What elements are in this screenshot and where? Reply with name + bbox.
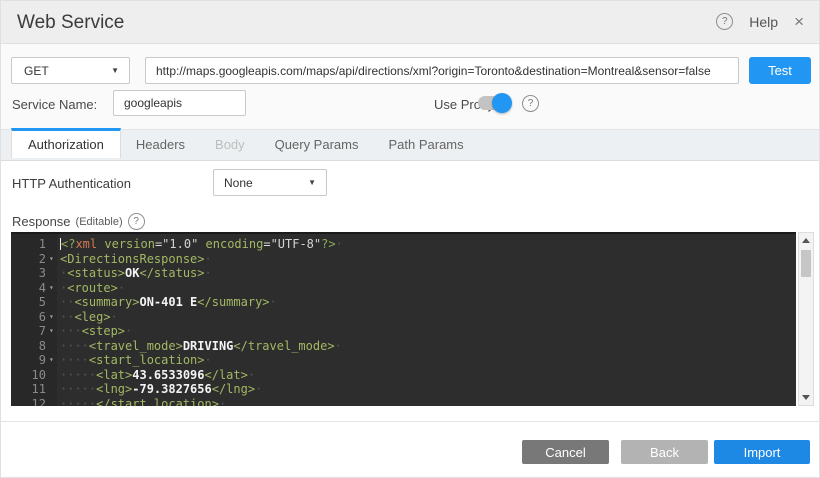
response-label-row: Response (Editable) ? bbox=[12, 213, 145, 230]
http-method-value: GET bbox=[12, 64, 111, 78]
editor-line: 8····<travel_mode>DRIVING</travel_mode>· bbox=[11, 339, 796, 354]
editor-line: 10·····<lat>43.6533096</lat>· bbox=[11, 368, 796, 383]
help-icon[interactable]: ? bbox=[716, 13, 733, 30]
editor-line: 7▾···<step>· bbox=[11, 324, 796, 339]
editor-lines: 1<?xml version="1.0" encoding="UTF-8"?>·… bbox=[11, 237, 796, 406]
chevron-down-icon: ▼ bbox=[308, 178, 326, 187]
scroll-up-icon[interactable] bbox=[802, 238, 810, 243]
toggle-knob bbox=[492, 93, 512, 113]
page-title: Web Service bbox=[17, 12, 124, 34]
service-name-label: Service Name: bbox=[12, 97, 97, 112]
editor-line: 3·<status>OK</status>· bbox=[11, 266, 796, 281]
response-editor[interactable]: 1<?xml version="1.0" encoding="UTF-8"?>·… bbox=[11, 232, 796, 406]
service-name-input[interactable] bbox=[113, 90, 246, 116]
editor-line: 9▾····<start_location>· bbox=[11, 353, 796, 368]
use-proxy-toggle[interactable] bbox=[478, 96, 509, 110]
tab-authorization[interactable]: Authorization bbox=[11, 128, 121, 158]
fold-arrow-icon: ▾ bbox=[49, 326, 54, 335]
test-button[interactable]: Test bbox=[749, 57, 811, 84]
tab-body: Body bbox=[200, 130, 260, 160]
tab-path-params[interactable]: Path Params bbox=[373, 130, 478, 160]
editor-line: 1<?xml version="1.0" encoding="UTF-8"?>· bbox=[11, 237, 796, 252]
close-icon[interactable]: × bbox=[794, 13, 804, 30]
url-input[interactable] bbox=[145, 57, 739, 84]
tab-headers[interactable]: Headers bbox=[121, 130, 200, 160]
fold-arrow-icon: ▾ bbox=[49, 283, 54, 292]
http-method-select[interactable]: GET ▼ bbox=[11, 57, 130, 84]
http-authentication-value: None bbox=[214, 176, 308, 190]
response-label: Response bbox=[12, 214, 71, 229]
chevron-down-icon: ▼ bbox=[111, 66, 129, 75]
proxy-help-icon[interactable]: ? bbox=[522, 95, 539, 112]
back-button[interactable]: Back bbox=[621, 440, 708, 464]
tab-bar: AuthorizationHeadersBodyQuery ParamsPath… bbox=[1, 129, 819, 161]
editor-line: 4▾·<route>· bbox=[11, 281, 796, 296]
fold-arrow-icon: ▾ bbox=[49, 254, 54, 263]
fold-arrow-icon: ▾ bbox=[49, 312, 54, 321]
editor-line: 2▾<DirectionsResponse>· bbox=[11, 252, 796, 267]
cancel-button[interactable]: Cancel bbox=[522, 440, 609, 464]
footer-divider bbox=[1, 421, 819, 422]
editor-line: 5··<summary>ON-401 E</summary>· bbox=[11, 295, 796, 310]
editor-line: 6▾··<leg>· bbox=[11, 310, 796, 325]
dialog-header: Web Service ? Help × bbox=[1, 1, 819, 44]
http-authentication-select[interactable]: None ▼ bbox=[213, 169, 327, 196]
response-editable-label: (Editable) bbox=[76, 216, 123, 228]
editor-line: 12·····</start_location>· bbox=[11, 397, 796, 406]
tab-query-params[interactable]: Query Params bbox=[260, 130, 374, 160]
import-button[interactable]: Import bbox=[714, 440, 810, 464]
scroll-down-icon[interactable] bbox=[802, 395, 810, 400]
fold-arrow-icon: ▾ bbox=[49, 355, 54, 364]
scrollbar-thumb[interactable] bbox=[801, 250, 811, 277]
http-authentication-label: HTTP Authentication bbox=[12, 176, 131, 191]
help-link[interactable]: Help bbox=[749, 14, 778, 30]
header-actions: ? Help × bbox=[716, 13, 804, 30]
editor-scrollbar[interactable] bbox=[798, 232, 814, 406]
web-service-dialog: Web Service ? Help × GET ▼ Test Service … bbox=[0, 0, 820, 478]
request-section: GET ▼ Test Service Name: Use Proxy: ? bbox=[1, 44, 819, 129]
editor-line: 11·····<lng>-79.3827656</lng>· bbox=[11, 382, 796, 397]
response-help-icon[interactable]: ? bbox=[128, 213, 145, 230]
